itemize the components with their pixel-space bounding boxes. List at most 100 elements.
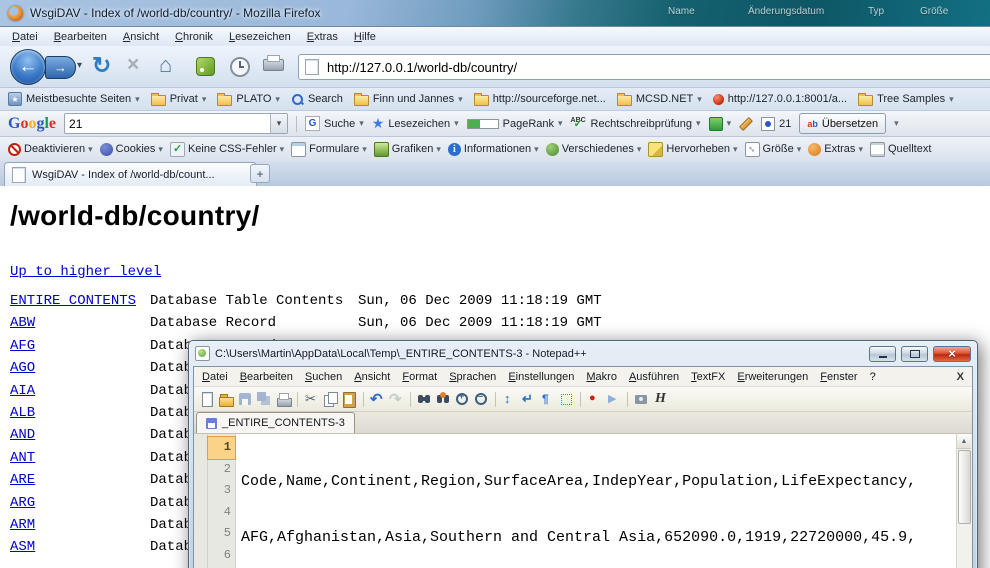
npp-menu-ausfuehren[interactable]: Ausführen: [623, 369, 685, 385]
cut-icon[interactable]: [303, 391, 320, 408]
listing-name-link[interactable]: AIA: [10, 380, 150, 402]
maximize-button[interactable]: [901, 346, 928, 362]
minimize-button[interactable]: [869, 346, 896, 362]
close-document-button[interactable]: X: [957, 371, 964, 383]
bookmark-search[interactable]: Search: [291, 93, 343, 106]
google-search-box[interactable]: [64, 113, 288, 134]
google-suche-button[interactable]: GSuche: [305, 116, 364, 131]
bookmark-privat[interactable]: Privat: [151, 93, 207, 106]
webdev-hervorheben[interactable]: Hervorheben: [648, 142, 737, 157]
menu-hilfe[interactable]: Hilfe: [346, 29, 384, 45]
tab-wsgidav[interactable]: WsgiDAV - Index of /world-db/count...: [4, 162, 257, 186]
chevron-down-icon[interactable]: [894, 118, 899, 129]
listing-name-link[interactable]: AFG: [10, 335, 150, 357]
search-dropdown-icon[interactable]: [270, 114, 287, 133]
webdev-grafiken[interactable]: Grafiken: [374, 142, 441, 157]
webdev-quelltext[interactable]: Quelltext: [870, 142, 931, 157]
play-macro-icon[interactable]: [605, 391, 622, 408]
bookmark-margin[interactable]: [194, 434, 208, 568]
record-macro-icon[interactable]: [586, 391, 603, 408]
listing-name-link[interactable]: ENTIRE CONTENTS: [10, 290, 150, 312]
webdev-informationen[interactable]: Informationen: [448, 143, 539, 156]
menu-datei[interactable]: Datei: [4, 29, 46, 45]
edit-button[interactable]: [739, 121, 753, 127]
npp-menu-einstellungen[interactable]: Einstellungen: [502, 369, 580, 385]
menu-bearbeiten[interactable]: Bearbeiten: [46, 29, 115, 45]
bookmark-tree-samples[interactable]: Tree Samples: [858, 93, 954, 106]
listing-name-link[interactable]: ABW: [10, 312, 150, 334]
redo-icon[interactable]: [388, 391, 405, 408]
up-to-higher-level-link[interactable]: Up to higher level: [10, 264, 161, 280]
menu-lesezeichen[interactable]: Lesezeichen: [221, 29, 299, 45]
stop-button[interactable]: [127, 53, 139, 77]
menu-ansicht[interactable]: Ansicht: [115, 29, 167, 45]
tab-entire-contents[interactable]: _ENTIRE_CONTENTS-3: [196, 412, 355, 433]
npp-menu-suchen[interactable]: Suchen: [299, 369, 348, 385]
listing-name-link[interactable]: AGO: [10, 357, 150, 379]
copy-icon[interactable]: [322, 391, 339, 408]
indent-guide-icon[interactable]: [558, 391, 575, 408]
bookmark-finn-und-jannes[interactable]: Finn und Jannes: [354, 93, 463, 106]
npp-menu-erweiterungen[interactable]: Erweiterungen: [731, 369, 814, 385]
save-all-icon[interactable]: [256, 391, 273, 408]
feed-icon[interactable]: [196, 57, 215, 76]
save-icon[interactable]: [237, 391, 254, 408]
notepad-titlebar[interactable]: C:\Users\Martin\AppData\Local\Temp\_ENTI…: [193, 341, 973, 366]
print-icon[interactable]: [275, 391, 292, 408]
webdev-groesse[interactable]: Größe: [745, 142, 802, 157]
back-button[interactable]: [10, 49, 46, 85]
url-bar[interactable]: [298, 54, 990, 80]
paste-icon[interactable]: [341, 391, 358, 408]
undo-icon[interactable]: [369, 391, 386, 408]
listing-name-link[interactable]: ARM: [10, 514, 150, 536]
webdev-formulare[interactable]: Formulare: [291, 142, 367, 157]
npp-menu-ansicht[interactable]: Ansicht: [348, 369, 396, 385]
autofill-button[interactable]: [709, 117, 732, 131]
webdev-verschiedenes[interactable]: Verschiedenes: [546, 143, 642, 156]
listing-name-link[interactable]: ARG: [10, 492, 150, 514]
menu-extras[interactable]: Extras: [299, 29, 346, 45]
find-icon[interactable]: [416, 391, 433, 408]
forward-button[interactable]: [45, 56, 76, 79]
url-input[interactable]: [325, 59, 929, 76]
listing-name-link[interactable]: ANT: [10, 447, 150, 469]
show-all-chars-icon[interactable]: [539, 391, 556, 408]
listing-name-link[interactable]: AND: [10, 424, 150, 446]
code-area[interactable]: Code,Name,Continent,Region,SurfaceArea,I…: [236, 434, 956, 568]
menu-chronik[interactable]: Chronik: [167, 29, 221, 45]
scrollbar-thumb[interactable]: [958, 450, 971, 524]
npp-menu-sprachen[interactable]: Sprachen: [443, 369, 502, 385]
history-dropdown-icon[interactable]: [77, 60, 82, 71]
bookmark-most-visited[interactable]: Meistbesuchte Seiten: [8, 92, 140, 106]
webdev-extras[interactable]: Extras: [808, 143, 863, 156]
home-button[interactable]: [159, 52, 172, 78]
webdev-css[interactable]: Keine CSS-Fehler: [170, 142, 284, 157]
spellcheck-button[interactable]: ABCRechtschreibprüfung: [571, 117, 701, 131]
sync-scroll-icon[interactable]: [501, 391, 518, 408]
new-file-icon[interactable]: [199, 391, 216, 408]
editor[interactable]: 1 2 3 4 5 6 Code,Name,Continent,Region,S…: [194, 434, 972, 568]
screenshot-icon[interactable]: [633, 391, 650, 408]
bookmark-plato[interactable]: PLATO: [217, 93, 280, 106]
listing-name-link[interactable]: ASM: [10, 536, 150, 558]
print-icon[interactable]: [263, 59, 284, 71]
firefox-titlebar[interactable]: WsgiDAV - Index of /world-db/country/ - …: [0, 0, 990, 27]
npp-menu-help[interactable]: ?: [864, 369, 882, 385]
google-search-input[interactable]: [65, 116, 270, 132]
google-lesezeichen-button[interactable]: Lesezeichen: [372, 117, 459, 130]
close-button[interactable]: [933, 346, 971, 362]
npp-menu-bearbeiten[interactable]: Bearbeiten: [234, 369, 299, 385]
history-clock-icon[interactable]: [230, 57, 250, 77]
bookmark-localhost-8001[interactable]: http://127.0.0.1:8001/a...: [713, 93, 847, 105]
replace-icon[interactable]: [435, 391, 452, 408]
open-file-icon[interactable]: [218, 391, 235, 408]
vertical-scrollbar[interactable]: [956, 434, 972, 568]
new-tab-button[interactable]: +: [250, 164, 270, 183]
listing-name-link[interactable]: ALB: [10, 402, 150, 424]
scroll-up-icon[interactable]: [957, 434, 971, 449]
webdev-cookies[interactable]: Cookies: [100, 143, 163, 156]
counter-widget[interactable]: 21: [761, 117, 791, 131]
word-wrap-icon[interactable]: [520, 391, 537, 408]
html-preview-icon[interactable]: [652, 391, 669, 408]
npp-menu-fenster[interactable]: Fenster: [814, 369, 863, 385]
